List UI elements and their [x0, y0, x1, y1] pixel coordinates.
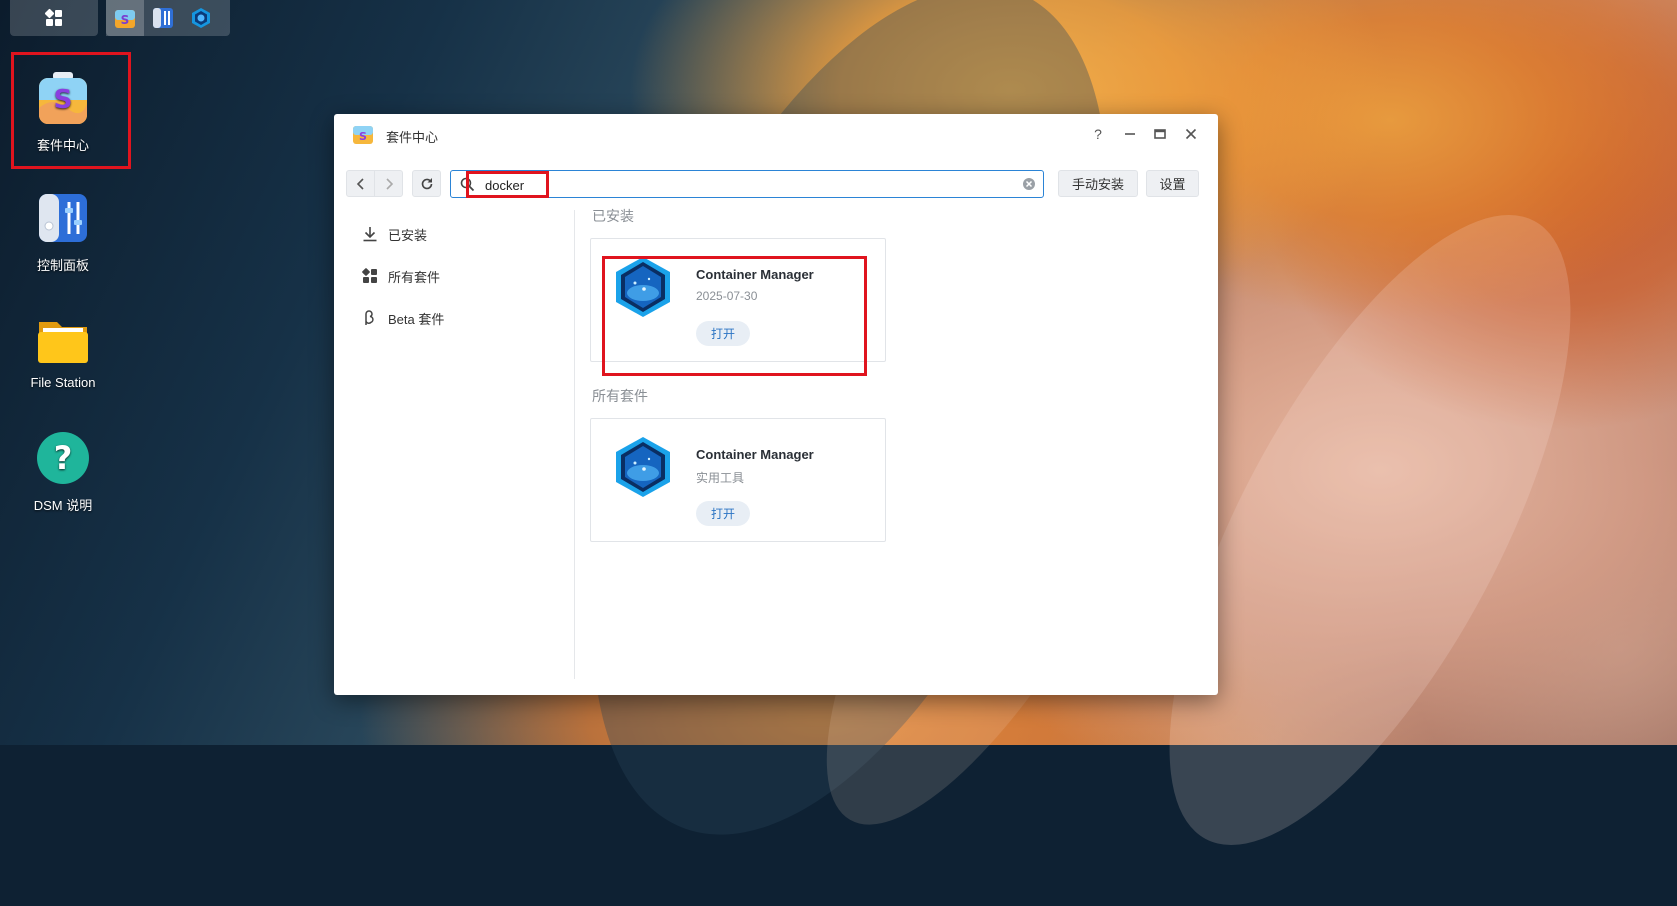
- package-center-icon: S: [353, 126, 373, 144]
- grid-icon: [360, 268, 380, 284]
- refresh-icon: [421, 177, 432, 189]
- manual-install-button[interactable]: 手动安装: [1058, 170, 1138, 197]
- svg-text:S: S: [359, 130, 367, 143]
- desktop-icon-dsm-help[interactable]: ? DSM 说明: [16, 430, 110, 514]
- download-icon: [360, 226, 380, 242]
- package-center-icon: S: [115, 10, 135, 28]
- taskbar-package-center[interactable]: S: [106, 0, 144, 36]
- minimize-button[interactable]: [1118, 122, 1142, 146]
- help-button[interactable]: ?: [1086, 122, 1110, 146]
- open-button[interactable]: 打开: [696, 501, 750, 526]
- taskbar-open-apps: S: [106, 0, 230, 36]
- package-category: 实用工具: [696, 471, 745, 485]
- window-titlebar[interactable]: S 套件中心 ?: [334, 114, 1218, 154]
- maximize-button[interactable]: [1148, 122, 1172, 146]
- clear-search-icon[interactable]: [1022, 177, 1036, 191]
- desktop-icon-label: 控制面板: [36, 258, 89, 273]
- highlight-box-search: [466, 171, 549, 198]
- control-panel-icon: [153, 8, 173, 28]
- folder-icon: [38, 322, 88, 363]
- beta-icon: [360, 310, 380, 326]
- forward-button[interactable]: [374, 170, 403, 197]
- desktop-icon-file-station[interactable]: File Station: [16, 310, 110, 390]
- sidebar-item-label: 已安装: [388, 227, 428, 243]
- section-title-all-packages: 所有套件: [592, 388, 648, 404]
- maximize-icon: [1154, 129, 1166, 139]
- highlight-box-installed-card: [602, 256, 867, 376]
- main-menu-icon: [44, 8, 62, 26]
- package-card-all[interactable]: Container Manager 实用工具 打开: [590, 418, 886, 542]
- sidebar-item-label: 所有套件: [388, 269, 441, 285]
- sidebar-item-all-packages[interactable]: 所有套件: [360, 264, 440, 288]
- search-input[interactable]: [483, 175, 1007, 195]
- refresh-button[interactable]: [412, 170, 441, 197]
- taskbar-container-manager[interactable]: [182, 0, 220, 36]
- section-title-installed: 已安装: [592, 208, 634, 224]
- close-button[interactable]: [1179, 122, 1203, 146]
- settings-button[interactable]: 设置: [1146, 170, 1199, 197]
- control-panel-icon: [39, 194, 87, 242]
- close-icon: [1185, 128, 1197, 140]
- minimize-icon: [1125, 133, 1135, 135]
- package-name: Container Manager: [696, 447, 814, 462]
- main-menu-button[interactable]: [10, 0, 98, 36]
- chevron-right-icon: [385, 177, 393, 190]
- container-manager-icon: [616, 437, 670, 497]
- desktop-icon-label: DSM 说明: [33, 498, 93, 513]
- sidebar-item-beta[interactable]: Beta 套件: [360, 306, 444, 330]
- sidebar-item-installed[interactable]: 已安装: [360, 222, 427, 246]
- svg-text:S: S: [121, 13, 130, 27]
- container-manager-icon: [192, 8, 210, 28]
- sidebar: 已安装 所有套件 Beta 套件: [334, 210, 575, 679]
- package-center-window: S 套件中心 ? 手动安装 设置: [334, 114, 1218, 695]
- window-title: 套件中心: [386, 130, 439, 145]
- back-button[interactable]: [346, 170, 375, 197]
- desktop-icon-control-panel[interactable]: 控制面板: [16, 190, 110, 274]
- svg-text:?: ?: [54, 439, 73, 477]
- help-icon: ?: [37, 432, 89, 484]
- taskbar-control-panel[interactable]: [144, 0, 182, 36]
- desktop-icon-label: File Station: [30, 375, 96, 390]
- chevron-left-icon: [356, 177, 364, 190]
- sidebar-item-label: Beta 套件: [388, 311, 445, 327]
- highlight-box-package-center: [11, 52, 131, 169]
